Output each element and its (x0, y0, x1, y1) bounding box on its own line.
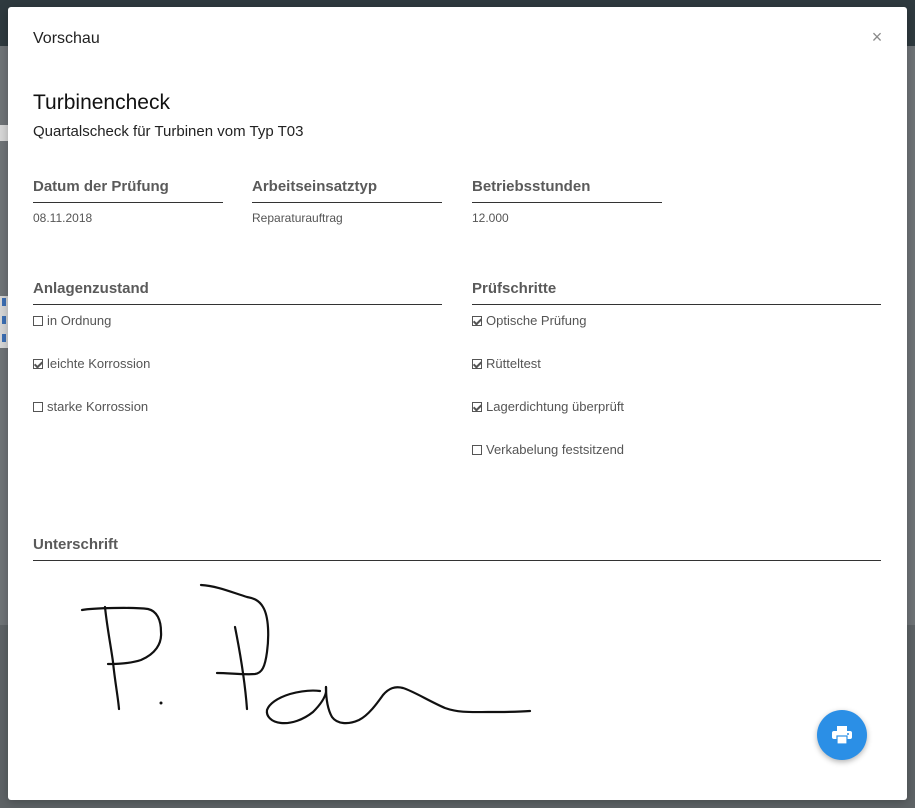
section-label: Unterschrift (33, 536, 881, 561)
checkbox-label: leichte Korrossion (47, 356, 151, 371)
section-anlagenzustand: Anlagenzustand in Ordnung leichte Korros… (33, 280, 442, 420)
checkbox-verkabelung: Verkabelung festsitzend (472, 442, 624, 457)
signature-image (80, 583, 532, 725)
checkbox-starke-korrossion: starke Korrossion (33, 399, 148, 414)
field-pruefdatum: Datum der Prüfung 08.11.2018 (33, 178, 223, 225)
field-label: Arbeitseinsatztyp (252, 178, 442, 203)
checkbox-unchecked-icon (33, 315, 43, 326)
field-label: Datum der Prüfung (33, 178, 223, 203)
checkbox-leichte-korrossion: leichte Korrossion (33, 356, 150, 371)
field-betriebsstunden: Betriebsstunden 12.000 (472, 178, 662, 225)
checkbox-label: starke Korrossion (47, 399, 149, 414)
checkbox-label: Verkabelung festsitzend (486, 442, 625, 457)
checkbox-label: Optische Prüfung (486, 313, 587, 328)
checkbox-in-ordnung: in Ordnung (33, 313, 111, 328)
preview-modal: Vorschau × Turbinencheck Quartalscheck f… (8, 7, 907, 800)
printer-icon (832, 726, 852, 745)
close-icon[interactable]: × (869, 27, 885, 47)
section-pruefschritte: Prüfschritte Optische Prüfung Rütteltest… (472, 280, 881, 465)
section-label: Anlagenzustand (33, 280, 442, 305)
checkbox-checked-icon (33, 358, 43, 369)
checkbox-unchecked-icon (33, 401, 43, 412)
checkbox-label: Rütteltest (486, 356, 541, 371)
checkbox-label: in Ordnung (47, 313, 112, 328)
document-subtitle: Quartalscheck für Turbinen vom Typ T03 (33, 123, 304, 140)
checkbox-label: Lagerdichtung überprüft (486, 399, 625, 414)
checkbox-ruetteltest: Rütteltest (472, 356, 541, 371)
app-background-text (0, 125, 8, 141)
field-label: Betriebsstunden (472, 178, 662, 203)
field-value: Reparaturauftrag (252, 211, 343, 225)
section-unterschrift: Unterschrift (33, 536, 881, 561)
checkbox-optische-pruefung: Optische Prüfung (472, 313, 586, 328)
checkbox-unchecked-icon (472, 444, 482, 455)
checkbox-lagerdichtung: Lagerdichtung überprüft (472, 399, 624, 414)
document-title: Turbinencheck (33, 91, 170, 114)
checkbox-checked-icon (472, 401, 482, 412)
field-value: 08.11.2018 (33, 211, 93, 225)
modal-header: Vorschau × (8, 7, 907, 69)
checkbox-checked-icon (472, 358, 482, 369)
checkbox-checked-icon (472, 315, 482, 326)
print-button[interactable] (817, 710, 867, 760)
field-value: 12.000 (472, 211, 509, 225)
modal-title: Vorschau (33, 30, 100, 47)
app-background-links (0, 296, 8, 348)
section-label: Prüfschritte (472, 280, 881, 305)
field-arbeitseinsatztyp: Arbeitseinsatztyp Reparaturauftrag (252, 178, 442, 225)
